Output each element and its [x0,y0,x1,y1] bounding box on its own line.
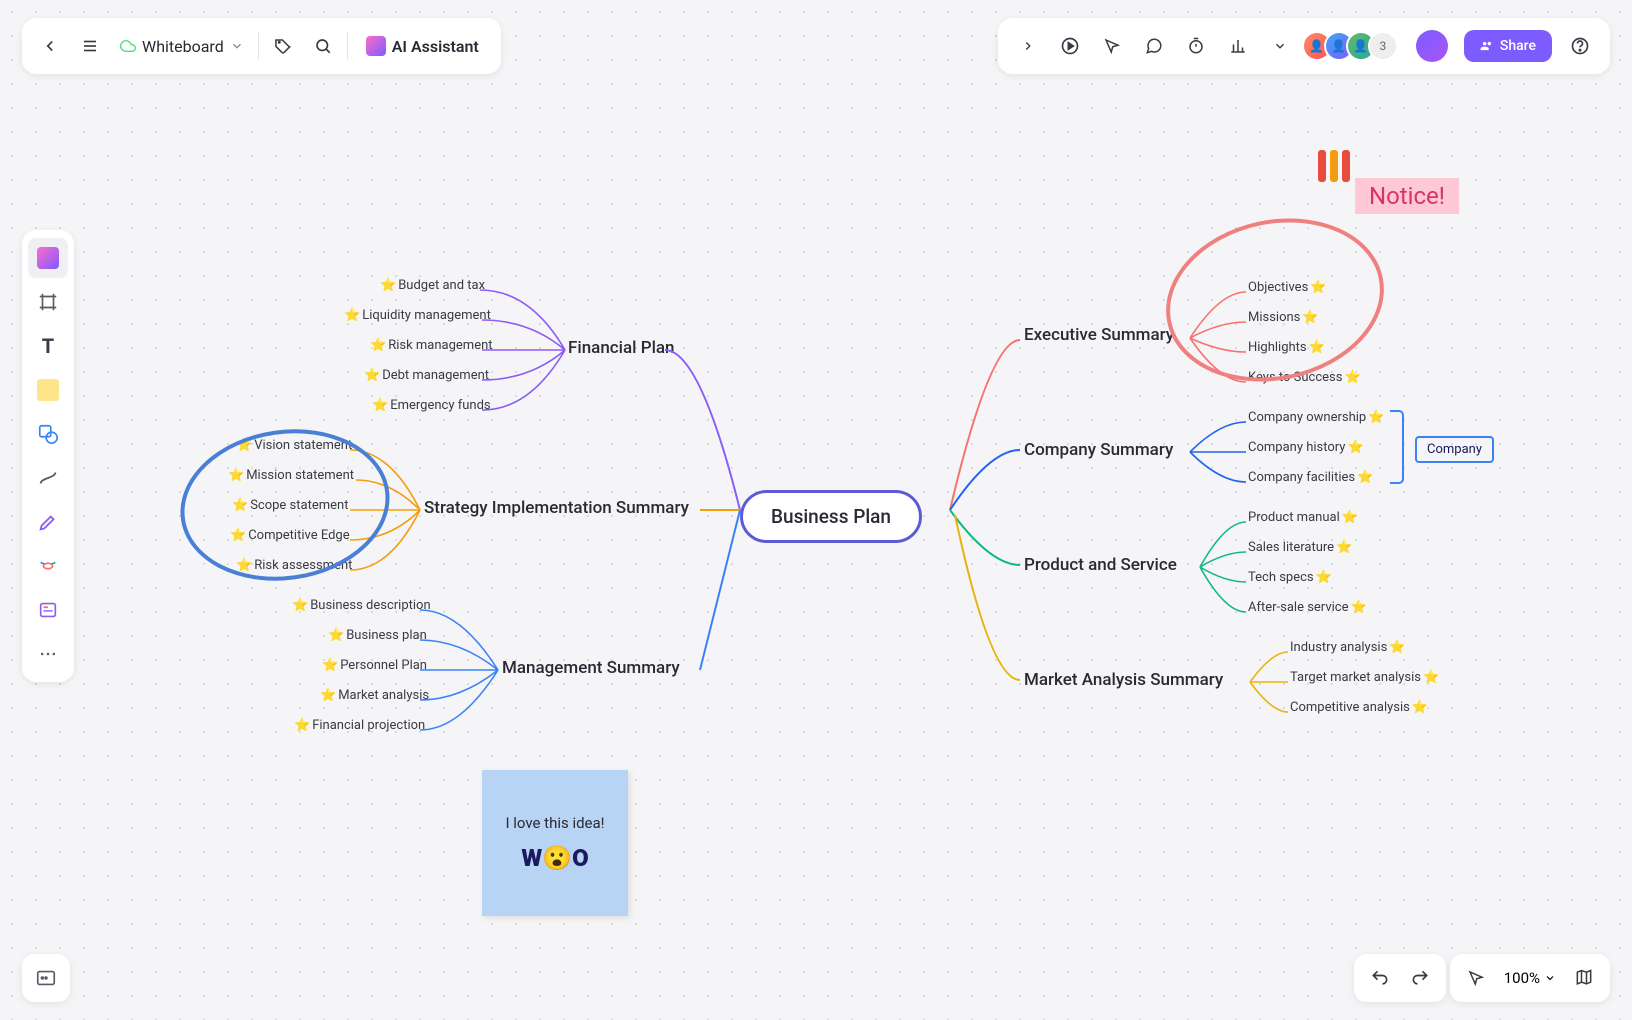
zoom-level-dropdown[interactable]: 100% [1496,969,1564,987]
document-title-dropdown[interactable]: Whiteboard [110,37,254,56]
mindmap-leaf-node[interactable]: Industry analysis⭐ [1290,640,1407,655]
ai-logo-icon [366,36,386,56]
mindmap-leaf-node[interactable]: ⭐Mission statement [226,468,354,483]
mindmap-leaf-node[interactable]: ⭐Risk management [368,338,493,353]
more-button[interactable] [1260,26,1300,66]
mindmap-leaf-node[interactable]: ⭐Market analysis [318,688,429,703]
minimap-button[interactable] [1564,958,1604,998]
mindmap-leaf-node[interactable]: ⭐Risk assessment [234,558,352,573]
mindmap-leaf-node[interactable]: Sales literature⭐ [1248,540,1354,555]
sticky-note-reaction: W😮O [521,844,588,872]
canvas[interactable]: Business Plan Financial Plan ⭐Budget and … [0,0,1632,1020]
undo-button[interactable] [1360,958,1400,998]
sticky-note-text: I love this idea! [505,814,604,832]
share-button[interactable]: Share [1464,30,1552,62]
mindmap-branch-node[interactable]: Product and Service [1024,555,1177,575]
mindmap-branch-node[interactable]: Executive Summary [1024,325,1174,345]
back-button[interactable] [30,26,70,66]
pen-tool[interactable] [28,502,68,542]
frame-tool[interactable] [28,282,68,322]
tag-button[interactable] [263,26,303,66]
mindmap-leaf-node[interactable]: ⭐Vision statement [234,438,352,453]
shape-tool[interactable] [28,414,68,454]
mindmap-tool[interactable] [28,546,68,586]
share-label: Share [1500,38,1536,54]
avatar-count: 3 [1368,31,1398,61]
mindmap-leaf-node[interactable]: ⭐Scope statement [230,498,348,513]
mindmap-leaf-node[interactable]: Company facilities⭐ [1248,470,1375,485]
mindmap-branch-node[interactable]: Financial Plan [568,338,675,358]
comment-button[interactable] [1134,26,1174,66]
mindmap-branch-node[interactable]: Company Summary [1024,440,1173,460]
mindmap-leaf-node[interactable]: Product manual⭐ [1248,510,1360,525]
sticky-note-tool[interactable] [28,370,68,410]
cursor-mode-button[interactable] [1456,958,1496,998]
mindmap-leaf-node[interactable]: After-sale service⭐ [1248,600,1369,615]
present-button[interactable] [1050,26,1090,66]
mindmap-leaf-node[interactable]: Company ownership⭐ [1248,410,1386,425]
company-label-box[interactable]: Company [1415,436,1494,463]
mindmap-leaf-node[interactable]: ⭐Budget and tax [378,278,485,293]
ai-assistant-label: AI Assistant [392,37,479,56]
mindmap-branch-node[interactable]: Management Summary [502,658,680,678]
ai-assistant-button[interactable]: AI Assistant [352,36,493,56]
mindmap-leaf-node[interactable]: ⭐Emergency funds [370,398,491,413]
mindmap-root-node[interactable]: Business Plan [740,490,922,543]
help-button[interactable] [1560,26,1600,66]
search-button[interactable] [303,26,343,66]
cursor-follow-button[interactable] [1092,26,1132,66]
mindmap-leaf-node[interactable]: ⭐Personnel Plan [320,658,427,673]
redo-button[interactable] [1400,958,1440,998]
menu-button[interactable] [70,26,110,66]
feedback-button[interactable] [22,954,70,1002]
connector-tool[interactable] [28,458,68,498]
sticky-note[interactable]: I love this idea! W😮O [482,770,628,916]
top-toolbar-left: Whiteboard AI Assistant [22,18,501,74]
mindmap-branch-node[interactable]: Market Analysis Summary [1024,670,1223,690]
mindmap-leaf-node[interactable]: Highlights⭐ [1248,340,1327,355]
mindmap-leaf-node[interactable]: Objectives⭐ [1248,280,1328,295]
mindmap-leaf-node[interactable]: Missions⭐ [1248,310,1321,325]
mindmap-leaf-node[interactable]: ⭐Financial projection [292,718,425,733]
collaborator-avatars[interactable]: 👤 👤 👤 3 [1310,31,1398,61]
current-user-avatar[interactable] [1416,30,1448,62]
timer-button[interactable] [1176,26,1216,66]
mindmap-leaf-node[interactable]: ⭐Liquidity management [342,308,491,323]
mindmap-leaf-node[interactable]: ⭐Business plan [326,628,427,643]
ai-content-tool[interactable] [28,590,68,630]
more-tools[interactable] [28,634,68,674]
mindmap-leaf-node[interactable]: Keys to Success⭐ [1248,370,1363,385]
bracket-annotation [1390,410,1404,484]
exclamation-decoration [1318,150,1350,182]
mindmap-leaf-node[interactable]: ⭐Competitive Edge [228,528,350,543]
select-tool[interactable] [28,238,68,278]
mindmap-leaf-node[interactable]: Tech specs⭐ [1248,570,1334,585]
mindmap-leaf-node[interactable]: Competitive analysis⭐ [1290,700,1430,715]
mindmap-leaf-node[interactable]: ⭐Debt management [362,368,489,383]
text-tool[interactable]: T [28,326,68,366]
mindmap-leaf-node[interactable]: Target market analysis⭐ [1290,670,1441,685]
notice-annotation[interactable]: Notice! [1355,178,1459,214]
bottom-toolbar: 100% [1354,954,1610,1002]
document-title: Whiteboard [142,37,224,56]
expand-button[interactable] [1008,26,1048,66]
left-toolbar: T [22,230,74,682]
mindmap-leaf-node[interactable]: ⭐Business description [290,598,431,613]
mindmap-leaf-node[interactable]: Company history⭐ [1248,440,1366,455]
mindmap-branch-node[interactable]: Strategy Implementation Summary [424,498,689,518]
top-toolbar-right: 👤 👤 👤 3 Share [998,18,1610,74]
chart-button[interactable] [1218,26,1258,66]
